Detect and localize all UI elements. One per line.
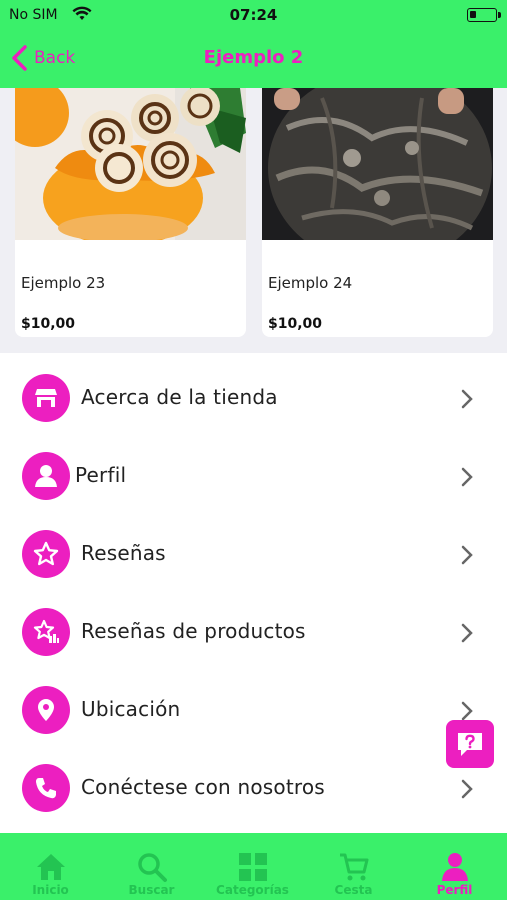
tab-label: Perfil (436, 883, 473, 897)
product-card[interactable]: Ejemplo 23 $10,00 (15, 88, 246, 337)
tab-label: Categorías (216, 883, 289, 897)
menu-item-contact[interactable]: Conéctese con nosotros (0, 743, 507, 821)
menu-item-label: Ubicación (81, 697, 181, 721)
chevron-right-icon (461, 389, 473, 409)
star-icon (22, 530, 70, 578)
store-icon (22, 374, 70, 422)
grid-icon (239, 853, 267, 881)
battery-icon (467, 8, 501, 22)
page-title: Ejemplo 2 (203, 47, 304, 68)
product-image-dessert (15, 88, 246, 240)
tab-label: Cesta (334, 883, 373, 897)
top-bar: No SIM 07:24 Back Ejemplo 2 (0, 0, 507, 88)
profile-icon (442, 853, 468, 881)
cart-icon (340, 853, 369, 881)
person-icon (22, 452, 70, 500)
clock: 07:24 (229, 6, 278, 24)
phone-icon (22, 764, 70, 812)
navigation-bar: Back Ejemplo 2 (0, 30, 507, 88)
help-button[interactable] (446, 720, 494, 768)
chevron-right-icon (461, 545, 473, 565)
tab-bar: Inicio Buscar Categorías Cesta Perfil (0, 833, 507, 900)
menu-item-profile[interactable]: Perfil (0, 431, 507, 509)
profile-menu: Acerca de la tienda Perfil Reseñas Reseñ… (0, 353, 507, 833)
status-bar: No SIM 07:24 (0, 0, 507, 30)
search-icon (138, 853, 167, 882)
chevron-right-icon (461, 701, 473, 721)
menu-item-about-store[interactable]: Acerca de la tienda (0, 353, 507, 431)
tab-search[interactable]: Buscar (101, 833, 202, 900)
menu-item-label: Conéctese con nosotros (81, 775, 325, 799)
product-name: Ejemplo 24 (268, 274, 353, 292)
tab-home[interactable]: Inicio (0, 833, 101, 900)
menu-item-product-reviews[interactable]: Reseñas de productos (0, 587, 507, 665)
product-grid: Ejemplo 23 $10,00 Ejemplo 24 $10,00 (0, 88, 507, 353)
tab-label: Buscar (128, 883, 175, 897)
help-icon (458, 733, 482, 756)
menu-item-label: Reseñas de productos (81, 619, 306, 643)
menu-item-location[interactable]: Ubicación (0, 665, 507, 743)
tab-categories[interactable]: Categorías (202, 833, 303, 900)
product-price: $10,00 (268, 316, 323, 332)
chevron-right-icon (461, 623, 473, 643)
tab-cart[interactable]: Cesta (303, 833, 404, 900)
product-card[interactable]: Ejemplo 24 $10,00 (262, 88, 493, 337)
menu-item-label: Reseñas (81, 541, 166, 565)
product-price: $10,00 (21, 316, 76, 332)
tab-profile[interactable]: Perfil (404, 833, 505, 900)
chevron-right-icon (461, 779, 473, 799)
menu-item-label: Acerca de la tienda (81, 385, 278, 409)
product-name: Ejemplo 23 (21, 274, 106, 292)
home-icon (37, 854, 65, 880)
tab-label: Inicio (32, 883, 69, 897)
location-pin-icon (22, 686, 70, 734)
product-image-bread (262, 88, 493, 240)
product-review-icon (22, 608, 70, 656)
menu-item-reviews[interactable]: Reseñas (0, 509, 507, 587)
chevron-right-icon (461, 467, 473, 487)
menu-item-label: Perfil (75, 463, 127, 487)
